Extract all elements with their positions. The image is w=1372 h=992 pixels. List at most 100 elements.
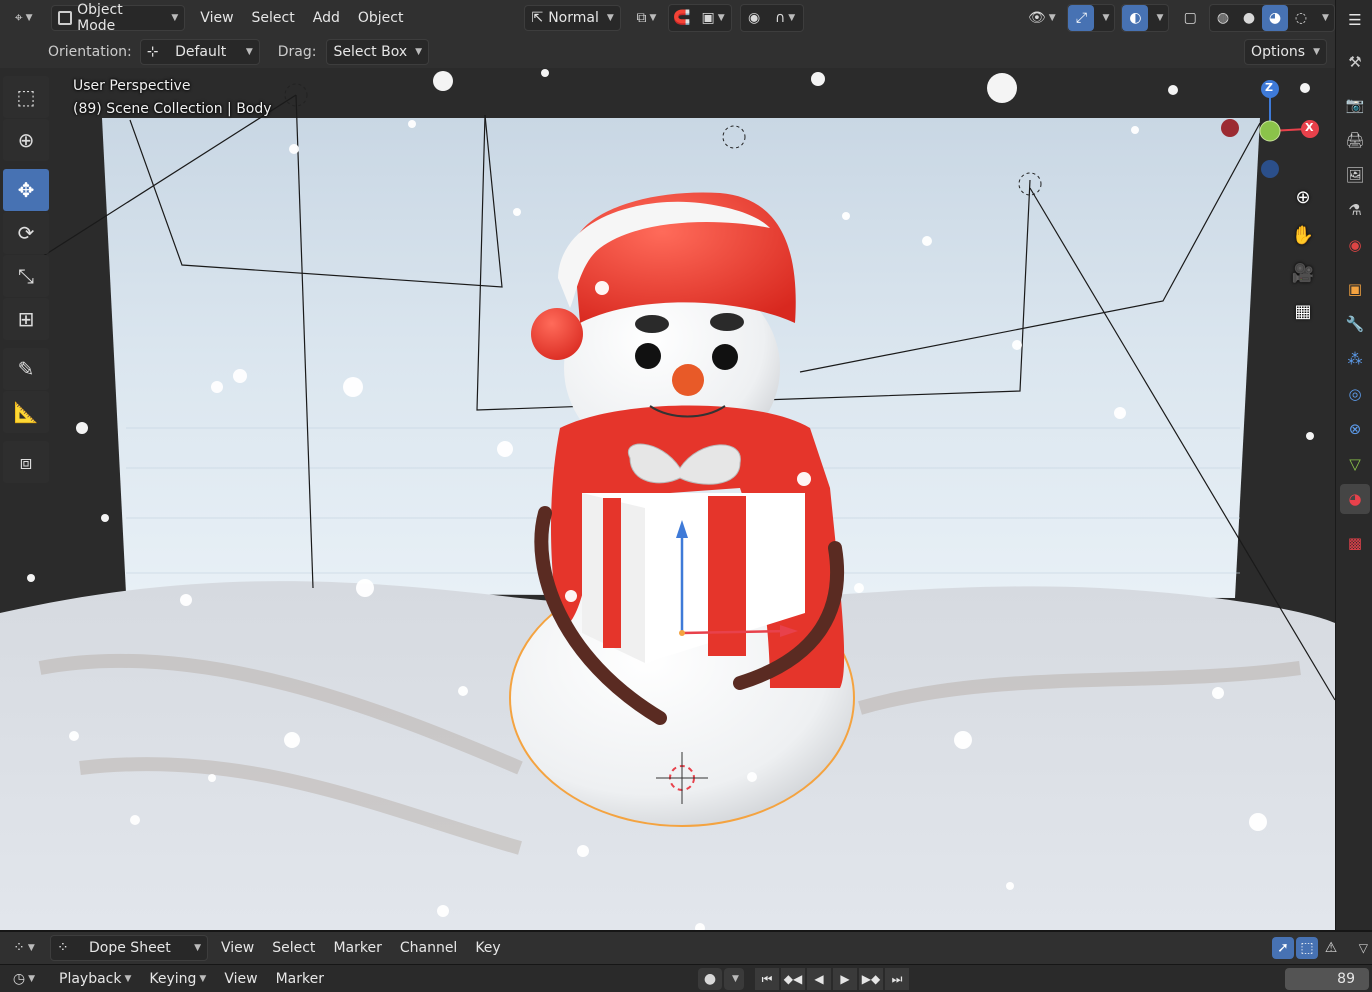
chevron-down-icon: ▼ (606, 13, 614, 23)
add-cube-tool[interactable]: ⧈ (3, 441, 49, 483)
rendered-shading-button[interactable]: ◌ (1288, 5, 1314, 31)
dope-menu-key[interactable]: Key (466, 935, 509, 961)
visibility-button[interactable]: 👁 ▼ (1024, 5, 1059, 31)
cursor-tool[interactable]: ⊕ (3, 119, 49, 161)
menu-view[interactable]: View (191, 5, 242, 31)
orientation-dropdown-value: Default (175, 44, 227, 60)
chevron-down-icon: ▼ (1102, 13, 1110, 23)
timeline-menu-marker[interactable]: Marker (267, 968, 333, 990)
only-selected-button[interactable]: ➚ (1272, 937, 1294, 959)
measure-tool[interactable]: 📐 (3, 391, 49, 433)
jump-end-button[interactable]: ⏭ (885, 968, 909, 990)
solid-shading-button[interactable]: ● (1236, 5, 1262, 31)
jump-start-button[interactable]: ⏮ (755, 968, 779, 990)
auto-keying-button[interactable]: ● (698, 968, 722, 990)
gizmo-menu-button[interactable]: ▼ (1094, 5, 1114, 31)
shading-menu-button[interactable]: ▼ (1314, 5, 1334, 31)
annotate-tool[interactable]: ✎ (3, 348, 49, 390)
keying-menu[interactable]: Keying ▼ (140, 968, 215, 990)
tab-material[interactable]: ◕ (1340, 484, 1370, 514)
tab-data[interactable]: ▽ (1340, 449, 1370, 479)
play-button[interactable]: ▶ (833, 968, 857, 990)
pan-button[interactable]: ✋ (1287, 219, 1319, 251)
scale-tool[interactable]: ⤡ (3, 255, 49, 297)
tab-output[interactable]: 🖨 (1340, 125, 1370, 155)
menu-add[interactable]: Add (304, 5, 349, 31)
tab-particles[interactable]: ⁂ (1340, 344, 1370, 374)
material-icon: ◕ (1348, 490, 1362, 508)
orientation-value: Normal (548, 10, 599, 26)
cursor-icon: ⊕ (17, 128, 35, 152)
only-errors-button[interactable]: ⚠ (1320, 937, 1342, 959)
select-box-tool[interactable]: ⬚ (3, 76, 49, 118)
ortho-toggle-button[interactable]: ▦ (1287, 295, 1319, 327)
dope-menu-marker[interactable]: Marker (324, 935, 390, 961)
current-frame-field[interactable]: 89 (1285, 968, 1369, 990)
3d-viewport[interactable]: User Perspective (89) Scene Collection |… (0, 68, 1335, 930)
snap-toggle-button[interactable]: 🧲 (669, 5, 695, 31)
shading-group: ◍ ● ◕ ◌ ▼ (1209, 4, 1336, 32)
options-dropdown[interactable]: Options ▼ (1244, 39, 1327, 65)
tab-tool[interactable]: ⚒ (1340, 47, 1370, 77)
eye-icon: 👁 (1027, 10, 1046, 26)
snap-target-button[interactable]: ▣ ▼ (695, 5, 731, 31)
tab-object[interactable]: ▣ (1340, 274, 1370, 304)
rendered-sphere-icon: ◌ (1294, 10, 1308, 26)
xray-toggle-button[interactable]: ▢ (1177, 5, 1203, 31)
rotate-tool[interactable]: ⟳ (3, 212, 49, 254)
navigation-gizmo[interactable]: Z X (1212, 76, 1332, 186)
mode-dropdown[interactable]: Object Mode ▼ (51, 2, 186, 34)
filter-icon[interactable]: ▽ (1359, 941, 1368, 955)
tab-view-layer[interactable]: 🖼 (1340, 160, 1370, 190)
constraints-icon: ⊗ (1348, 420, 1362, 438)
pointer-icon: ➚ (1277, 940, 1289, 956)
tab-render[interactable]: 📷 (1340, 90, 1370, 120)
wrench-icon: 🔧 (1345, 315, 1365, 333)
dope-menu-channel[interactable]: Channel (391, 935, 466, 961)
show-hidden-button[interactable]: ⬚ (1296, 937, 1318, 959)
tab-scene[interactable]: ⚗ (1340, 195, 1370, 225)
menu-select[interactable]: Select (243, 5, 304, 31)
orientation-dropdown[interactable]: ⊹ Default ▼ (139, 39, 260, 65)
tab-physics[interactable]: ◎ (1340, 379, 1370, 409)
transform-orientation-dropdown[interactable]: ⇱ Normal ▼ (524, 5, 621, 31)
dope-editor-type-button[interactable]: ⁘ ▼ (6, 935, 42, 961)
prev-keyframe-button[interactable]: ◆◀ (781, 968, 805, 990)
tab-modifiers[interactable]: 🔧 (1340, 309, 1370, 339)
zoom-button[interactable]: ⊕ (1287, 181, 1319, 213)
tab-world[interactable]: ◉ (1340, 230, 1370, 260)
camera-view-button[interactable]: 🎥 (1287, 257, 1319, 289)
falloff-button[interactable]: ∩ ▼ (767, 5, 803, 31)
tab-constraints[interactable]: ⊗ (1340, 414, 1370, 444)
chevron-down-icon: ▼ (194, 943, 201, 953)
play-reverse-button[interactable]: ◀ (807, 968, 831, 990)
chevron-down-icon: ▼ (1322, 13, 1329, 23)
next-keyframe-button[interactable]: ▶◆ (859, 968, 883, 990)
material-preview-button[interactable]: ◕ (1262, 5, 1289, 31)
properties-editor-button[interactable]: ☰ (1340, 5, 1370, 35)
move-tool[interactable]: ✥ (3, 169, 49, 211)
overlay-toggle-button[interactable]: ◐ (1122, 5, 1149, 31)
transform-tool[interactable]: ⊞ (3, 298, 49, 340)
tab-texture[interactable]: ▩ (1340, 528, 1370, 558)
dope-mode-dropdown[interactable]: ⁘ Dope Sheet ▼ (50, 935, 208, 961)
menu-object[interactable]: Object (349, 5, 413, 31)
chevron-down-icon: ▼ (27, 943, 35, 953)
timeline-editor-type-button[interactable]: ◷ ▼ (6, 968, 42, 990)
overlay-menu-button[interactable]: ▼ (1148, 5, 1168, 31)
drag-dropdown[interactable]: Select Box ▼ (326, 39, 430, 65)
axis-x-label: X (1305, 121, 1314, 134)
dope-filter-group: ➚ ⬚ ⚠ (1272, 937, 1342, 959)
chevron-down-icon: ▼ (199, 973, 207, 984)
chevron-down-icon: ▼ (124, 973, 132, 984)
wireframe-shading-button[interactable]: ◍ (1210, 5, 1236, 31)
keying-set-button[interactable]: ▼ (724, 968, 744, 990)
editor-type-button[interactable]: ⌖ ▼ (6, 5, 41, 31)
dope-menu-view[interactable]: View (212, 935, 263, 961)
gizmo-toggle-button[interactable]: ⤢ (1068, 5, 1095, 31)
timeline-menu-view[interactable]: View (215, 968, 266, 990)
dope-menu-select[interactable]: Select (263, 935, 324, 961)
playback-menu[interactable]: Playback ▼ (50, 968, 140, 990)
pivot-point-button[interactable]: ⧉ ▼ (629, 5, 664, 31)
proportional-edit-button[interactable]: ◉ (741, 5, 767, 31)
